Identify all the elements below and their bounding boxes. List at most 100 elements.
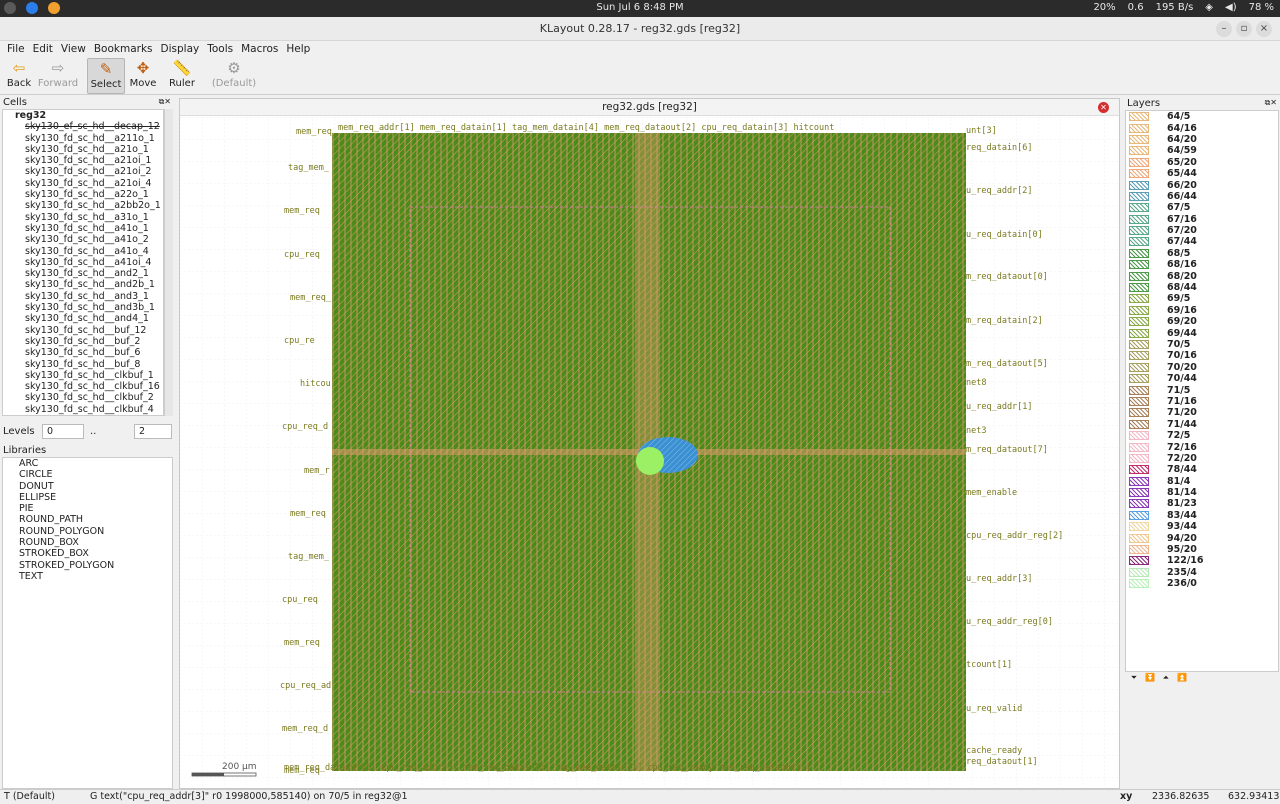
layer-row[interactable]: 81/14 [1126,487,1278,498]
layer-row[interactable]: 70/20 [1126,362,1278,373]
layer-row[interactable]: 67/20 [1126,225,1278,236]
cell-item[interactable]: sky130_fd_sc_hd__buf_8 [3,359,163,370]
layer-row[interactable]: 67/16 [1126,214,1278,225]
cell-item[interactable]: sky130_fd_sc_hd__a21oi_1 [3,155,163,166]
layer-row[interactable]: 69/16 [1126,305,1278,316]
layer-row[interactable]: 70/16 [1126,350,1278,361]
layer-row[interactable]: 70/5 [1126,339,1278,350]
default-mode-button[interactable]: ⚙ (Default) [208,58,260,94]
selected-shape[interactable] [636,447,664,475]
layer-top-icon[interactable]: ⏫ [1176,672,1188,683]
cell-item[interactable]: sky130_fd_sc_hd__a41o_2 [3,234,163,245]
layout-canvas[interactable]: mem_req_addr[1] mem_req_datain[1] tag_me… [180,117,1119,789]
layer-row[interactable]: 93/44 [1126,521,1278,532]
layer-row[interactable]: 64/59 [1126,145,1278,156]
menu-file[interactable]: File [4,41,28,57]
library-item[interactable]: TEXT [3,571,172,582]
layer-bottom-icon[interactable]: ⏬ [1144,672,1156,683]
library-item[interactable]: STROKED_BOX [3,548,172,559]
library-item[interactable]: DONUT [3,481,172,492]
library-item[interactable]: STROKED_POLYGON [3,560,172,571]
menu-bookmarks[interactable]: Bookmarks [91,41,156,57]
cell-item[interactable]: sky130_fd_sc_hd__a22o_1 [3,189,163,200]
move-button[interactable]: ✥ Move [128,58,158,94]
cell-item[interactable]: sky130_fd_sc_hd__a41o_4 [3,246,163,257]
cell-root[interactable]: reg32 [3,110,163,121]
wifi-icon[interactable]: ◈ [1205,2,1213,13]
panel-float-close-icon[interactable]: ⧉✕ [159,97,171,107]
menu-macros[interactable]: Macros [238,41,281,57]
battery-indicator[interactable]: 78 % [1249,2,1274,13]
cell-item[interactable]: sky130_fd_sc_hd__a211o_1 [3,133,163,144]
menu-edit[interactable]: Edit [30,41,56,57]
layer-row[interactable]: 122/16 [1126,555,1278,566]
layer-row[interactable]: 72/5 [1126,430,1278,441]
maximize-button[interactable]: ▫ [1236,21,1252,37]
layer-row[interactable]: 64/5 [1126,111,1278,122]
cell-item[interactable]: sky130_fd_sc_hd__a31o_1 [3,212,163,223]
menu-view[interactable]: View [58,41,89,57]
layer-row[interactable]: 70/44 [1126,373,1278,384]
layer-row[interactable]: 67/5 [1126,202,1278,213]
library-item[interactable]: CIRCLE [3,469,172,480]
layer-row[interactable]: 65/44 [1126,168,1278,179]
cell-item[interactable]: sky130_fd_sc_hd__a21oi_4 [3,178,163,189]
menu-tools[interactable]: Tools [204,41,236,57]
close-tab-icon[interactable]: ✕ [1098,102,1109,113]
cell-item[interactable]: sky130_ef_sc_hd__decap_12 [3,121,163,132]
close-window-button[interactable]: × [1256,21,1272,37]
cell-item[interactable]: sky130_fd_sc_hd__clkbuf_4 [3,404,163,415]
layer-row[interactable]: 72/16 [1126,441,1278,453]
layer-up-icon[interactable]: ⏶ [1160,672,1172,683]
layer-row[interactable]: 69/5 [1126,293,1278,304]
library-item[interactable]: ROUND_PATH [3,514,172,525]
layer-row[interactable]: 95/20 [1126,544,1278,555]
forward-button[interactable]: ⇨ Forward [37,58,79,94]
layer-row[interactable]: 94/20 [1126,532,1278,544]
layer-row[interactable]: 68/16 [1126,259,1278,270]
layer-row[interactable]: 66/44 [1126,191,1278,202]
panel-float-close-icon[interactable]: ⧉✕ [1265,98,1277,108]
layer-row[interactable]: 69/44 [1126,327,1278,339]
layer-row[interactable]: 71/20 [1126,407,1278,418]
levels-from-spinbox[interactable]: 0 [42,424,84,439]
layer-row[interactable]: 64/20 [1126,134,1278,145]
menu-display[interactable]: Display [158,41,203,57]
layer-down-icon[interactable]: ⏷ [1128,672,1140,683]
library-item[interactable]: ROUND_BOX [3,537,172,548]
cell-item[interactable]: sky130_fd_sc_hd__and3b_1 [3,302,163,313]
cell-item[interactable]: sky130_fd_sc_hd__and4_1 [3,313,163,324]
layer-row[interactable]: 68/20 [1126,270,1278,282]
layer-row[interactable]: 64/16 [1126,122,1278,134]
cell-item[interactable]: sky130_fd_sc_hd__buf_2 [3,336,163,347]
cell-item[interactable]: sky130_fd_sc_hd__clkbuf_2 [3,392,163,403]
library-item[interactable]: ROUND_POLYGON [3,526,172,537]
library-item[interactable]: ELLIPSE [3,492,172,503]
select-button[interactable]: ✎ Select [87,58,125,94]
layer-row[interactable]: 71/44 [1126,419,1278,430]
cell-item[interactable]: sky130_fd_sc_hd__a41o_1 [3,223,163,234]
minimize-button[interactable]: – [1216,21,1232,37]
cell-item[interactable]: sky130_fd_sc_hd__clkbuf_1 [3,370,163,381]
cell-item[interactable]: sky130_fd_sc_hd__a2bb2o_1 [3,200,163,211]
layer-row[interactable]: 65/20 [1126,157,1278,168]
system-clock[interactable]: Sun Jul 6 8:48 PM [0,2,1280,13]
cell-item[interactable]: sky130_fd_sc_hd__buf_12 [3,325,163,336]
cell-item[interactable]: sky130_fd_sc_hd__a21o_1 [3,144,163,155]
layer-row[interactable]: 236/0 [1126,578,1278,589]
ruler-button[interactable]: 📏 Ruler [162,58,202,94]
layer-row[interactable]: 71/5 [1126,384,1278,396]
library-item[interactable]: PIE [3,503,172,514]
layer-row[interactable]: 66/20 [1126,179,1278,191]
layout-tab[interactable]: reg32.gds [reg32] ✕ [180,99,1119,116]
levels-to-spinbox[interactable]: 2 [134,424,172,439]
layer-row[interactable]: 71/16 [1126,396,1278,407]
cell-item[interactable]: sky130_fd_sc_hd__and3_1 [3,291,163,302]
menu-help[interactable]: Help [283,41,313,57]
layer-row[interactable]: 235/4 [1126,567,1278,578]
layer-row[interactable]: 68/44 [1126,282,1278,293]
cell-item[interactable]: sky130_fd_sc_hd__and2b_1 [3,279,163,290]
layer-row[interactable]: 72/20 [1126,453,1278,464]
cell-item[interactable]: sky130_fd_sc_hd__a41oi_4 [3,257,163,268]
volume-icon[interactable]: ◀) [1225,2,1237,13]
